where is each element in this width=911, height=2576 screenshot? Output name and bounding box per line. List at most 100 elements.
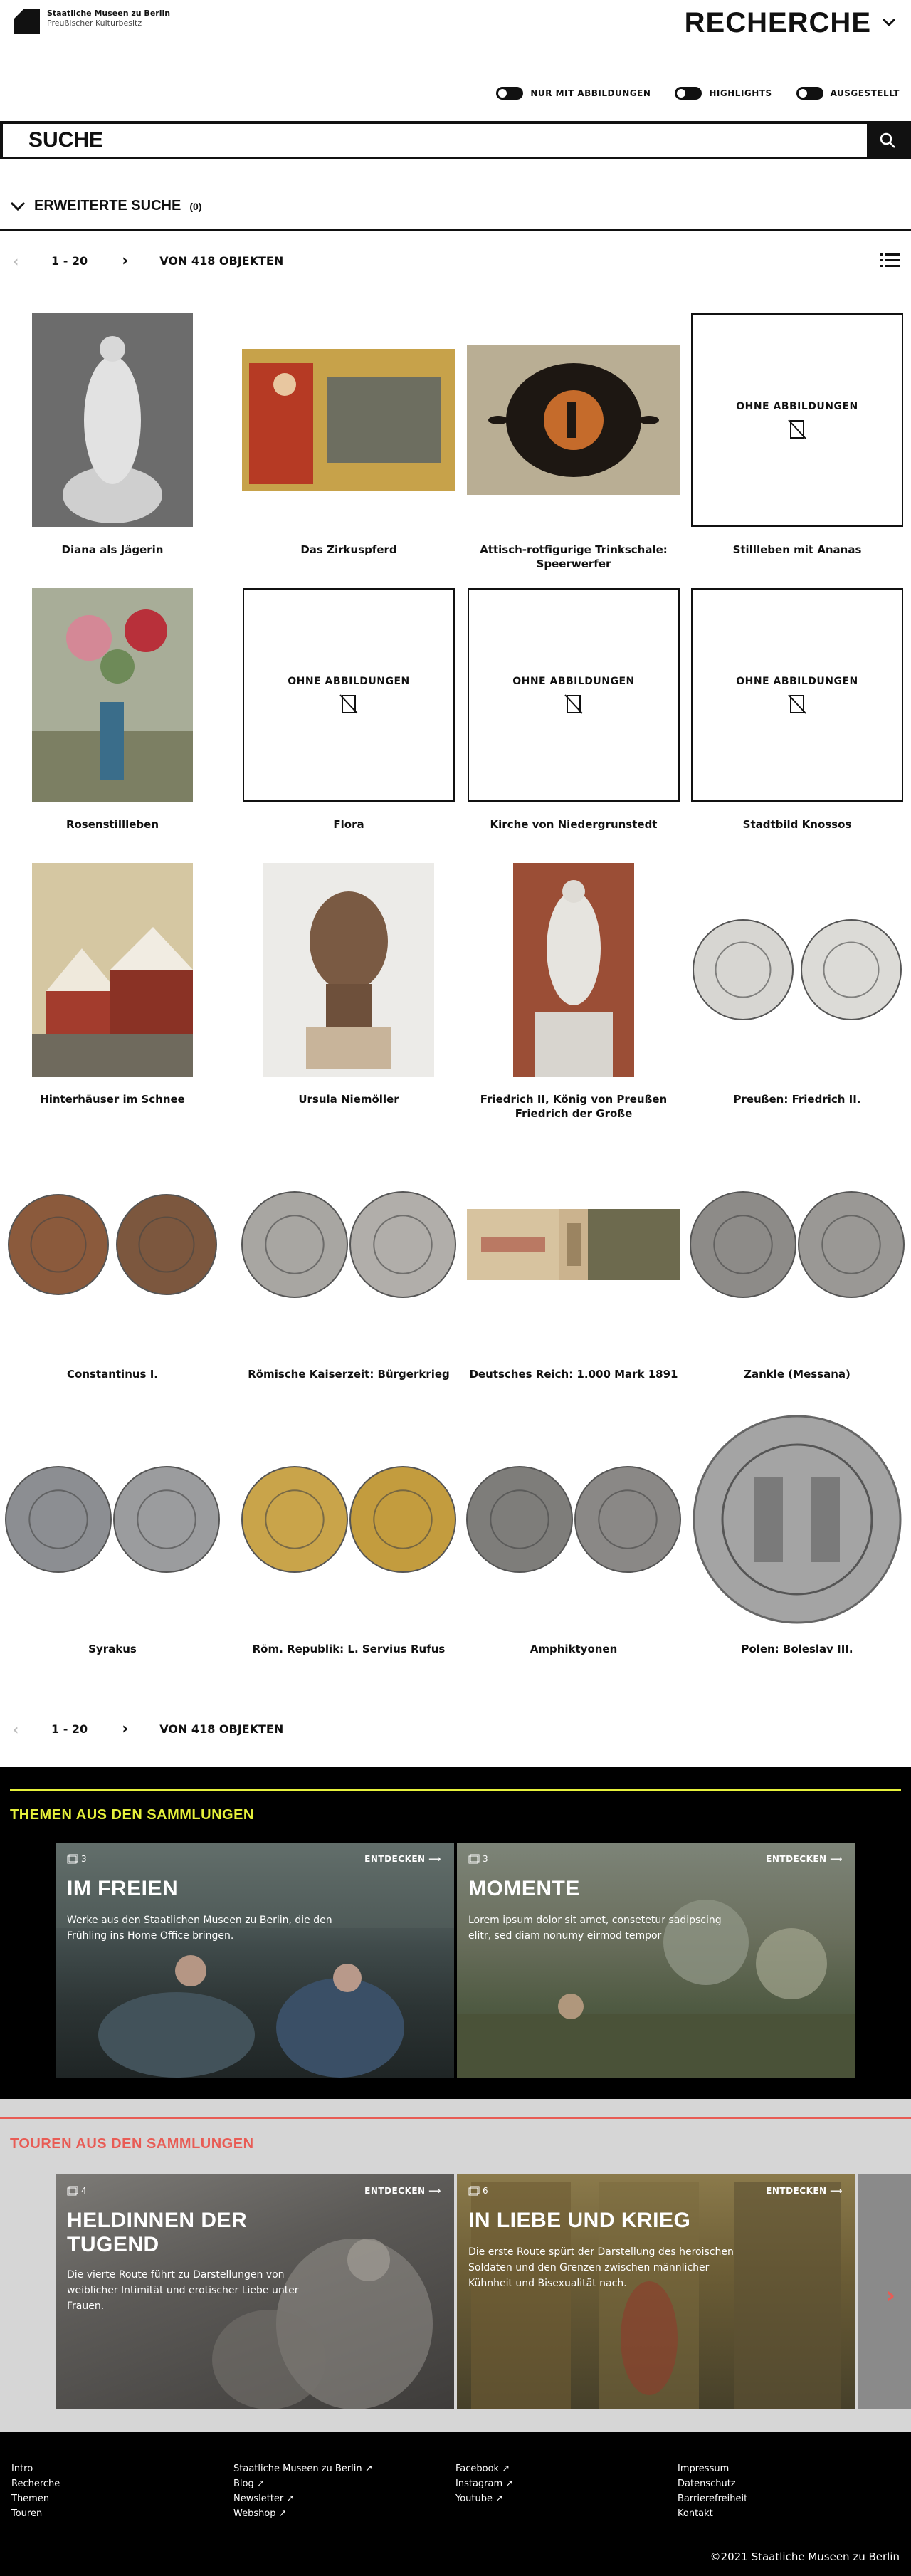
discover-link[interactable]: ENTDECKEN ⟶ [364, 2186, 441, 2196]
result-thumbnail[interactable] [0, 588, 225, 802]
next-page-icon[interactable]: › [122, 1720, 128, 1738]
result-title[interactable]: Röm. Republik: L. Servius Rufus [236, 1642, 461, 1656]
result-thumbnail[interactable] [236, 313, 461, 527]
result-item[interactable]: Attisch-rotfigurige Trinkschale: Speerwe… [461, 313, 686, 587]
toggle-switch[interactable] [796, 87, 823, 100]
result-thumbnail[interactable] [0, 863, 225, 1077]
footer-link[interactable]: Datenschutz [678, 2478, 747, 2489]
result-item[interactable]: Diana als Jägerin [0, 313, 225, 587]
result-title[interactable]: Kirche von Niedergrunstedt [461, 817, 686, 832]
result-item[interactable]: Friedrich II, König von Preußen Friedric… [461, 863, 686, 1137]
result-thumbnail[interactable] [0, 1413, 225, 1626]
toggle-exhibited[interactable]: AUSGESTELLT [796, 87, 900, 100]
footer-link[interactable]: Barrierefreiheit [678, 2493, 747, 2504]
result-title[interactable]: Flora [236, 817, 461, 832]
list-view-icon[interactable] [880, 253, 900, 268]
result-item[interactable]: Röm. Republik: L. Servius Rufus [236, 1413, 461, 1687]
result-title[interactable]: Friedrich II, König von Preußen Friedric… [461, 1092, 686, 1121]
prev-page-icon[interactable]: ‹ [13, 253, 27, 270]
footer-link[interactable]: Instagram ↗ [456, 2478, 513, 2489]
result-item[interactable]: OHNE ABBILDUNGEN Stadtbild Knossos [685, 588, 910, 862]
footer-link[interactable]: Facebook ↗ [456, 2464, 513, 2474]
result-title[interactable]: Attisch-rotfigurige Trinkschale: Speerwe… [461, 543, 686, 571]
search-input[interactable] [3, 124, 867, 157]
result-thumbnail[interactable] [0, 313, 225, 527]
toggle-switch[interactable] [496, 87, 524, 100]
result-item[interactable]: Hinterhäuser im Schnee [0, 863, 225, 1137]
result-title[interactable]: Amphiktyonen [461, 1642, 686, 1656]
advanced-search-toggle[interactable]: ERWEITERTE SUCHE (0) [10, 198, 201, 214]
prev-page-icon[interactable]: ‹ [13, 1721, 27, 1738]
result-item[interactable]: OHNE ABBILDUNGEN Flora [236, 588, 461, 862]
footer-link[interactable]: Newsletter ↗ [233, 2493, 373, 2504]
result-thumbnail[interactable] [0, 1138, 225, 1351]
result-thumbnail[interactable] [685, 863, 910, 1077]
result-item[interactable]: Amphiktyonen [461, 1413, 686, 1687]
footer-link[interactable]: Youtube ↗ [456, 2493, 513, 2504]
result-item[interactable]: OHNE ABBILDUNGEN Stillleben mit Ananas [685, 313, 910, 587]
footer-link[interactable]: Recherche [11, 2478, 60, 2489]
next-page-icon[interactable]: › [122, 252, 128, 270]
footer-link[interactable]: Touren [11, 2508, 60, 2519]
result-thumbnail[interactable]: OHNE ABBILDUNGEN [685, 588, 910, 802]
tour-card[interactable]: 6 ENTDECKEN ⟶ IN LIEBE UND KRIEG Die ers… [457, 2174, 855, 2409]
result-thumbnail[interactable]: OHNE ABBILDUNGEN [461, 588, 686, 802]
tour-card[interactable]: 4 ENTDECKEN ⟶ HELDINNEN DER TUGEND Die v… [56, 2174, 454, 2409]
result-thumbnail[interactable] [461, 1413, 686, 1626]
result-item[interactable]: Preußen: Friedrich II. [685, 863, 910, 1137]
footer-link[interactable]: Themen [11, 2493, 60, 2504]
result-title[interactable]: Stillleben mit Ananas [685, 543, 910, 557]
result-item[interactable]: Zankle (Messana) [685, 1138, 910, 1412]
result-item[interactable]: Ursula Niemöller [236, 863, 461, 1137]
result-thumbnail[interactable] [236, 863, 461, 1077]
result-title[interactable]: Stadtbild Knossos [685, 817, 910, 832]
footer-link[interactable]: Webshop ↗ [233, 2508, 373, 2519]
result-item[interactable]: Rosenstillleben [0, 588, 225, 862]
footer-link[interactable]: Blog ↗ [233, 2478, 373, 2489]
discover-link[interactable]: ENTDECKEN ⟶ [766, 1854, 843, 1864]
result-item[interactable]: Syrakus [0, 1413, 225, 1687]
result-thumbnail[interactable] [236, 1413, 461, 1626]
toggle-switch[interactable] [675, 87, 702, 100]
result-title[interactable]: Ursula Niemöller [236, 1092, 461, 1106]
result-item[interactable]: Polen: Boleslav III. [685, 1413, 910, 1687]
search-button[interactable] [867, 124, 908, 157]
footer-link[interactable]: Intro [11, 2464, 60, 2474]
page-title[interactable]: RECHERCHE [685, 7, 871, 39]
toggle-with-images[interactable]: NUR MIT ABBILDUNGEN [496, 87, 651, 100]
carousel-next-icon[interactable]: › [885, 2281, 895, 2310]
result-title[interactable]: Syrakus [0, 1642, 225, 1656]
result-thumbnail[interactable]: OHNE ABBILDUNGEN [236, 588, 461, 802]
theme-card[interactable]: 3 ENTDECKEN ⟶ IM FREIEN Werke aus den St… [56, 1843, 454, 2078]
toggle-highlights[interactable]: HIGHLIGHTS [675, 87, 772, 100]
result-thumbnail[interactable]: OHNE ABBILDUNGEN [685, 313, 910, 527]
result-title[interactable]: Rosenstillleben [0, 817, 225, 832]
result-item[interactable]: Das Zirkuspferd [236, 313, 461, 587]
result-thumbnail[interactable] [461, 1138, 686, 1351]
result-item[interactable]: Constantinus I. [0, 1138, 225, 1412]
discover-link[interactable]: ENTDECKEN ⟶ [364, 1854, 441, 1864]
result-title[interactable]: Zankle (Messana) [685, 1367, 910, 1381]
footer-link[interactable]: Kontakt [678, 2508, 747, 2519]
result-item[interactable]: Deutsches Reich: 1.000 Mark 1891 [461, 1138, 686, 1412]
footer-link[interactable]: Impressum [678, 2464, 747, 2474]
result-thumbnail[interactable] [236, 1138, 461, 1351]
theme-card[interactable]: 3 ENTDECKEN ⟶ MOMENTE Lorem ipsum dolor … [457, 1843, 855, 2078]
result-item[interactable]: Römische Kaiserzeit: Bürgerkrieg [236, 1138, 461, 1412]
result-title[interactable]: Deutsches Reich: 1.000 Mark 1891 [461, 1367, 686, 1381]
result-title[interactable]: Römische Kaiserzeit: Bürgerkrieg [236, 1367, 461, 1381]
result-title[interactable]: Das Zirkuspferd [236, 543, 461, 557]
museum-logo[interactable]: Staatliche Museen zu Berlin Preußischer … [14, 9, 170, 34]
result-title[interactable]: Diana als Jägerin [0, 543, 225, 557]
result-thumbnail[interactable] [685, 1413, 910, 1626]
result-thumbnail[interactable] [461, 313, 686, 527]
result-item[interactable]: OHNE ABBILDUNGEN Kirche von Niedergrunste… [461, 588, 686, 862]
result-title[interactable]: Preußen: Friedrich II. [685, 1092, 910, 1106]
result-title[interactable]: Polen: Boleslav III. [685, 1642, 910, 1656]
discover-link[interactable]: ENTDECKEN ⟶ [766, 2186, 843, 2196]
result-thumbnail[interactable] [461, 863, 686, 1077]
chevron-down-icon[interactable] [881, 14, 897, 30]
result-thumbnail[interactable] [685, 1138, 910, 1351]
result-title[interactable]: Hinterhäuser im Schnee [0, 1092, 225, 1106]
footer-link[interactable]: Staatliche Museen zu Berlin ↗ [233, 2464, 373, 2474]
